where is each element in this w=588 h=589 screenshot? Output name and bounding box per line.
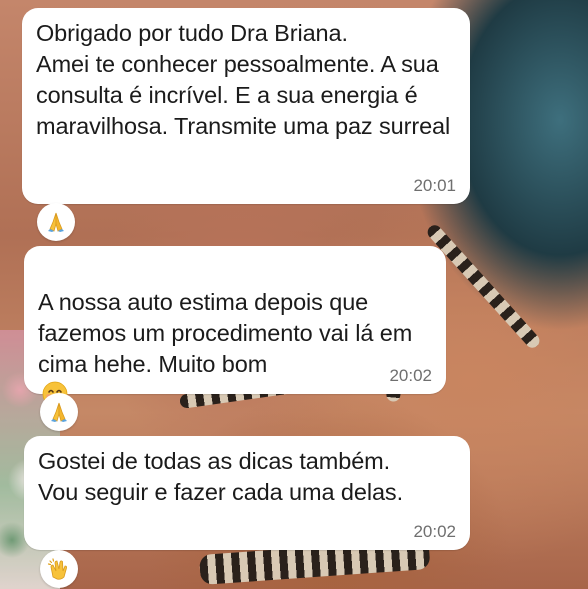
- message-reaction[interactable]: [40, 393, 78, 431]
- message-timestamp: 20:01: [413, 176, 456, 195]
- praying-hands-icon: [51, 402, 67, 422]
- message-text: Obrigado por tudo Dra Briana. Amei te co…: [36, 20, 451, 139]
- message-timestamp: 20:02: [389, 366, 432, 385]
- praying-hands-icon: [48, 212, 64, 232]
- message-bubble[interactable]: Gostei de todas as dicas também. Vou seg…: [24, 436, 470, 550]
- message-timestamp: 20:02: [413, 522, 456, 541]
- message-bubble[interactable]: Obrigado por tudo Dra Briana. Amei te co…: [22, 8, 470, 204]
- message-text: A nossa auto estima depois que fazemos u…: [38, 289, 413, 377]
- message-reaction[interactable]: [40, 550, 78, 588]
- message-text: Gostei de todas as dicas também. Vou seg…: [38, 448, 403, 505]
- message-text-wrap: A nossa auto estima depois que fazemos u…: [38, 256, 432, 411]
- message-bubble[interactable]: A nossa auto estima depois que fazemos u…: [24, 246, 446, 407]
- clapping-hands-icon: [47, 558, 67, 580]
- message-reaction[interactable]: [37, 203, 75, 241]
